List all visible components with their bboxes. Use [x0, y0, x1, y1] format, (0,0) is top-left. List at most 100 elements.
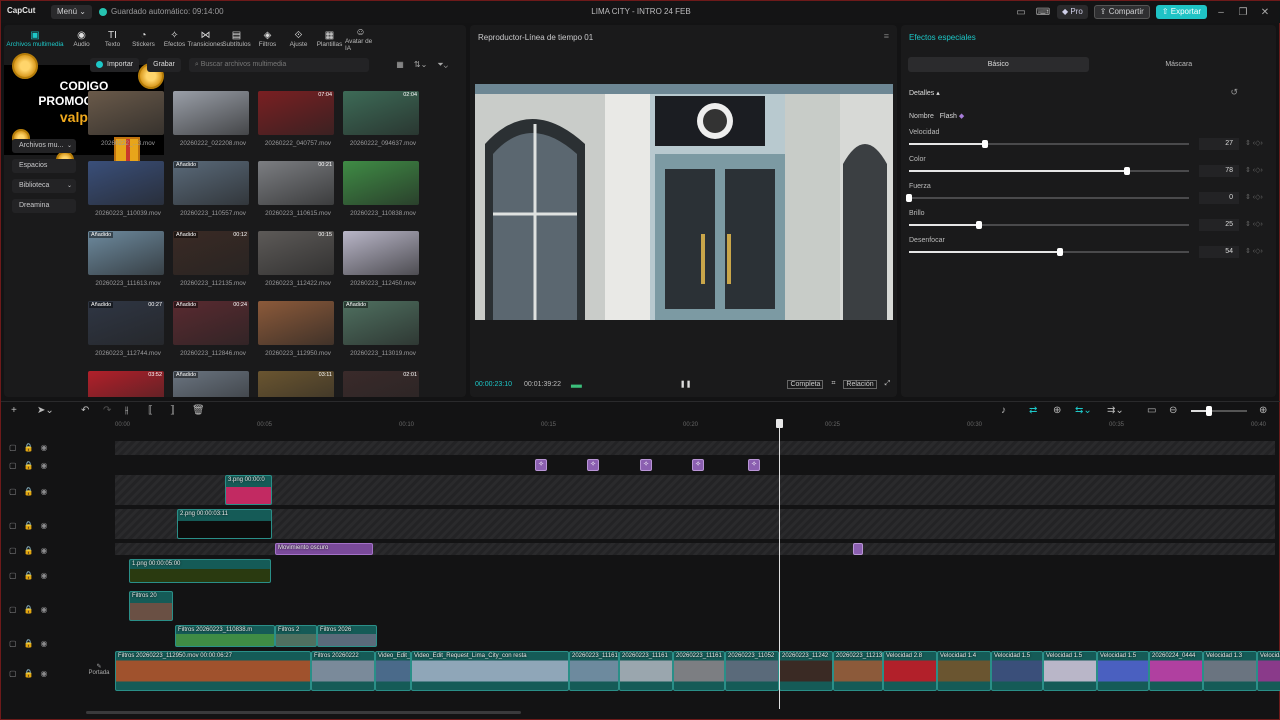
export-button[interactable]: ⇧ Exportar — [1155, 5, 1207, 19]
lock-icon[interactable]: 🔒 — [24, 521, 34, 530]
sidebar-item-biblioteca[interactable]: Biblioteca ⌄ — [12, 179, 76, 193]
shortcuts-icon[interactable]: ⌨ — [1035, 7, 1051, 18]
media-item[interactable]: 02:04 20260222_094637.mov — [343, 91, 428, 149]
redo-icon[interactable]: ↷ — [103, 405, 111, 416]
lock-icon[interactable]: 🔒 — [24, 461, 34, 470]
visibility-icon[interactable]: ◉ — [41, 605, 48, 614]
timeline-clip[interactable]: Video_Edit_Request_Lima_City_con resta — [411, 651, 569, 691]
timeline-clip[interactable]: Filtros 2 — [275, 625, 317, 647]
timeline-clip[interactable]: Velocidad 1.4 — [937, 651, 991, 691]
pro-button[interactable]: ◆ Pro — [1056, 5, 1088, 19]
media-item[interactable]: 20260223_110838.mov — [343, 161, 428, 219]
tab-avatar[interactable]: ☺ Avatar de IA — [345, 25, 376, 53]
media-item[interactable]: 20260222_022208.mov — [173, 91, 258, 149]
link-icon[interactable]: ⇄ — [1029, 405, 1037, 416]
split-icon[interactable]: ⫲ — [125, 405, 128, 416]
lock-icon[interactable]: 🔒 — [24, 487, 34, 496]
media-item[interactable]: Añadido — [173, 371, 258, 397]
timeline-scrollbar[interactable] — [86, 711, 521, 714]
track-lane[interactable] — [115, 509, 1275, 539]
tab-audio[interactable]: ◉ Audio — [66, 25, 97, 53]
search-input[interactable]: ⌕ Buscar archivos multimedia — [188, 58, 369, 72]
param-value-input[interactable]: 27 — [1199, 138, 1239, 150]
tab-transition[interactable]: ⋈ Transiciones — [188, 25, 224, 53]
preview-axis-icon[interactable]: ⇉⌄ — [1107, 405, 1124, 416]
import-button[interactable]: Importar — [90, 58, 140, 72]
media-item[interactable]: 00:21 20260223_110615.mov — [258, 161, 343, 219]
timeline-clip[interactable]: Velocidad 1.5 — [1043, 651, 1097, 691]
zoom-fit-icon[interactable]: ▭ — [1147, 405, 1156, 416]
visibility-icon[interactable]: ◉ — [41, 521, 48, 530]
snap-icon[interactable]: ⊕ — [1053, 405, 1061, 416]
timeline-clip[interactable]: 1.png 00:00:05:00 — [129, 559, 271, 583]
param-slider-knob[interactable] — [1124, 167, 1131, 175]
tab-template[interactable]: ▦ Plantillas — [314, 25, 345, 53]
timeline-clip[interactable]: Filtros 20260223_112950.mov 00:00:06:27 — [115, 651, 311, 691]
timeline-clip[interactable]: Velocidad 2.8 — [883, 651, 937, 691]
effect-marker[interactable]: ✧ — [535, 459, 547, 471]
lock-icon[interactable]: 🔒 — [24, 669, 34, 678]
close-icon[interactable]: ✕ — [1257, 7, 1273, 18]
timeline-clip[interactable]: 3.png 00:00:0 — [225, 475, 272, 505]
timeline-clip[interactable]: Velocidad 1.5 — [1097, 651, 1149, 691]
ratio-button[interactable]: Relación — [843, 379, 877, 389]
media-item[interactable]: 03:52 — [88, 371, 173, 397]
effect-marker[interactable]: ✧ — [587, 459, 599, 471]
effect-marker[interactable]: ✧ — [692, 459, 704, 471]
lock-icon[interactable]: 🔒 — [24, 546, 34, 555]
tab-media[interactable]: ▣ Archivos multimedia — [4, 25, 66, 53]
param-value-input[interactable]: 25 — [1199, 219, 1239, 231]
tab-basic[interactable]: Básico — [908, 57, 1089, 72]
media-item[interactable]: Añadido 20260223_113019.mov — [343, 301, 428, 359]
lock-icon[interactable]: 🔒 — [24, 571, 34, 580]
trim-right-icon[interactable]: ⟧ — [170, 405, 175, 416]
timeline-clip[interactable]: Velocidad 1.5 — [991, 651, 1043, 691]
video-preview[interactable] — [475, 84, 893, 320]
timeline-clip[interactable]: 20260223_11213 — [833, 651, 883, 691]
lock-icon[interactable]: 🔒 — [24, 639, 34, 648]
lock-icon[interactable]: 🔒 — [24, 605, 34, 614]
fullscreen-icon[interactable]: ⤢ — [885, 380, 891, 388]
timeline-clip[interactable]: Filtros 20 — [129, 591, 173, 621]
timeline-clip[interactable]: 20260223_11242 — [779, 651, 833, 691]
mic-icon[interactable]: ♪ — [1001, 405, 1006, 416]
keyframe-icon[interactable]: ⇕ ‹◇› — [1245, 139, 1263, 147]
timeline-clip[interactable]: 20260223_11052 — [725, 651, 779, 691]
tab-text[interactable]: TI Texto — [97, 25, 128, 53]
cover-button[interactable]: ✎ Portada — [85, 663, 113, 687]
visibility-icon[interactable]: ◉ — [41, 443, 48, 452]
visibility-icon[interactable]: ◉ — [41, 639, 48, 648]
visibility-icon[interactable]: ◉ — [41, 669, 48, 678]
timeline-clip[interactable]: 20260223_11161 — [569, 651, 619, 691]
param-slider-knob[interactable] — [976, 221, 982, 229]
media-item[interactable]: Añadido 00:27 20260223_112744.mov — [88, 301, 173, 359]
grid-view-icon[interactable]: ▦ — [396, 60, 404, 70]
media-item[interactable]: Añadido 20260223_110557.mov — [173, 161, 258, 219]
layout-icon[interactable]: ▭ — [1013, 7, 1029, 18]
media-item[interactable]: 20260223_112450.mov — [343, 231, 428, 289]
visibility-icon[interactable]: ◉ — [41, 461, 48, 470]
trim-left-icon[interactable]: ⟦ — [148, 405, 153, 416]
track-lane[interactable] — [115, 441, 1275, 455]
timeline-clip[interactable]: Video_Edit_ — [375, 651, 411, 691]
param-value-input[interactable]: 0 — [1199, 192, 1239, 204]
sidebar-item-dreamina[interactable]: Dreamina — [12, 199, 76, 213]
minimize-icon[interactable]: – — [1213, 7, 1229, 18]
media-item[interactable]: 03:11 — [258, 371, 343, 397]
media-item[interactable]: 20260223_110039.mov — [88, 161, 173, 219]
filter-icon[interactable]: ⏷⌄ — [437, 60, 448, 70]
param-value-input[interactable]: 78 — [1199, 165, 1239, 177]
zoom-in-icon[interactable]: ⊕ — [1259, 405, 1267, 416]
timeline-clip[interactable]: Velocidad — [1257, 651, 1280, 691]
media-item[interactable]: Añadido 00:24 20260223_112846.mov — [173, 301, 258, 359]
undo-icon[interactable]: ↶ — [81, 405, 89, 416]
add-track-icon[interactable]: + — [11, 405, 17, 416]
keyframe-icon[interactable]: ⇕ ‹◇› — [1245, 247, 1263, 255]
param-slider-knob[interactable] — [1057, 248, 1064, 256]
timeline-clip[interactable]: Velocidad 1.3 — [1203, 651, 1257, 691]
record-button[interactable]: Grabar — [147, 58, 181, 72]
share-button[interactable]: ⇪ Compartir — [1093, 5, 1150, 19]
menu-icon[interactable]: ≡ — [884, 31, 889, 41]
tab-subtitle[interactable]: ▤ Subtítulos — [221, 25, 252, 53]
param-slider[interactable] — [909, 167, 1189, 175]
